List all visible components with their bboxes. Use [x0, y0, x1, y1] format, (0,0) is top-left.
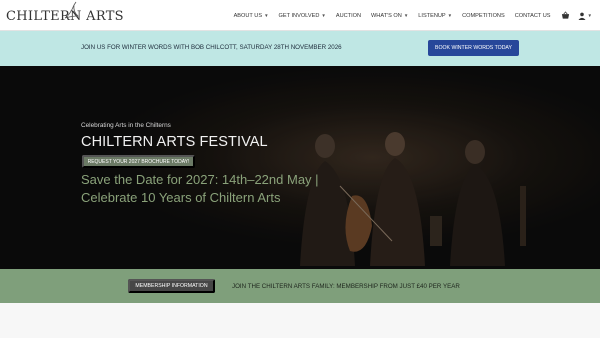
chevron-down-icon: ▼ — [264, 13, 269, 18]
hero-eyebrow: Celebrating Arts in the Chilterns — [81, 122, 171, 129]
menu-label: COMPETITIONS — [462, 12, 505, 19]
membership-bar: MEMBERSHIP INFORMATION JOIN THE CHILTERN… — [0, 269, 600, 303]
menu-get-involved[interactable]: GET INVOLVED ▼ — [279, 13, 326, 19]
menu-about-us[interactable]: ABOUT US ▼ — [234, 13, 269, 19]
site-logo[interactable]: CHILTERN ARTS — [6, 1, 124, 28]
menu-label: LISTENUP — [418, 12, 446, 19]
menu-label: GET INVOLVED — [278, 12, 320, 19]
menu-label: WHAT'S ON — [371, 12, 402, 19]
chevron-down-icon: ▼ — [403, 13, 409, 18]
membership-information-button[interactable]: MEMBERSHIP INFORMATION — [128, 279, 215, 293]
user-icon — [578, 12, 586, 20]
menu-whats-on[interactable]: WHAT'S ON ▼ — [371, 13, 408, 19]
menu-label: ABOUT US — [233, 12, 263, 19]
menu-listenup[interactable]: LISTENUP ▼ — [418, 13, 452, 19]
membership-text: JOIN THE CHILTERN ARTS FAMILY: MEMBERSHI… — [232, 283, 460, 290]
hero-subtitle-line1: Save the Date for 2027: 14th–22nd May | — [81, 172, 319, 187]
book-winter-words-button[interactable]: BOOK WINTER WORDS TODAY — [428, 40, 519, 56]
chevron-down-icon: ▼ — [447, 13, 453, 18]
menu-label: AUCTION — [335, 12, 362, 19]
menu-competitions[interactable]: COMPETITIONS — [462, 13, 505, 19]
announcement-text: JOIN US FOR WINTER WORDS WITH BOB CHILCO… — [81, 44, 342, 51]
hero-title: CHILTERN ARTS FESTIVAL — [81, 134, 268, 150]
announcement-bar: JOIN US FOR WINTER WORDS WITH BOB CHILCO… — [0, 31, 600, 66]
chevron-down-icon: ▼ — [321, 13, 326, 18]
basket-icon[interactable] — [561, 11, 570, 20]
page-content-area — [0, 303, 600, 338]
chevron-down-icon: ▼ — [587, 13, 592, 18]
main-menu: ABOUT US ▼ GET INVOLVED ▼ AUCTION WHAT'S O… — [224, 0, 592, 31]
menu-contact-us[interactable]: CONTACT US — [515, 13, 551, 19]
request-brochure-button[interactable]: REQUEST YOUR 2027 BROCHURE TODAY! — [82, 155, 195, 168]
hero-subtitle-line2: Celebrate 10 Years of Chiltern Arts — [81, 190, 281, 205]
site-header: CHILTERN ARTS ABOUT US ▼ GET INVOLVED ▼ AU… — [0, 0, 600, 31]
hero-banner: Celebrating Arts in the Chilterns CHILTE… — [0, 66, 600, 269]
menu-label: CONTACT US — [514, 12, 551, 19]
menu-auction[interactable]: AUCTION — [336, 13, 361, 19]
bird-logo-icon — [64, 1, 80, 19]
user-menu[interactable]: ▼ — [578, 12, 592, 20]
